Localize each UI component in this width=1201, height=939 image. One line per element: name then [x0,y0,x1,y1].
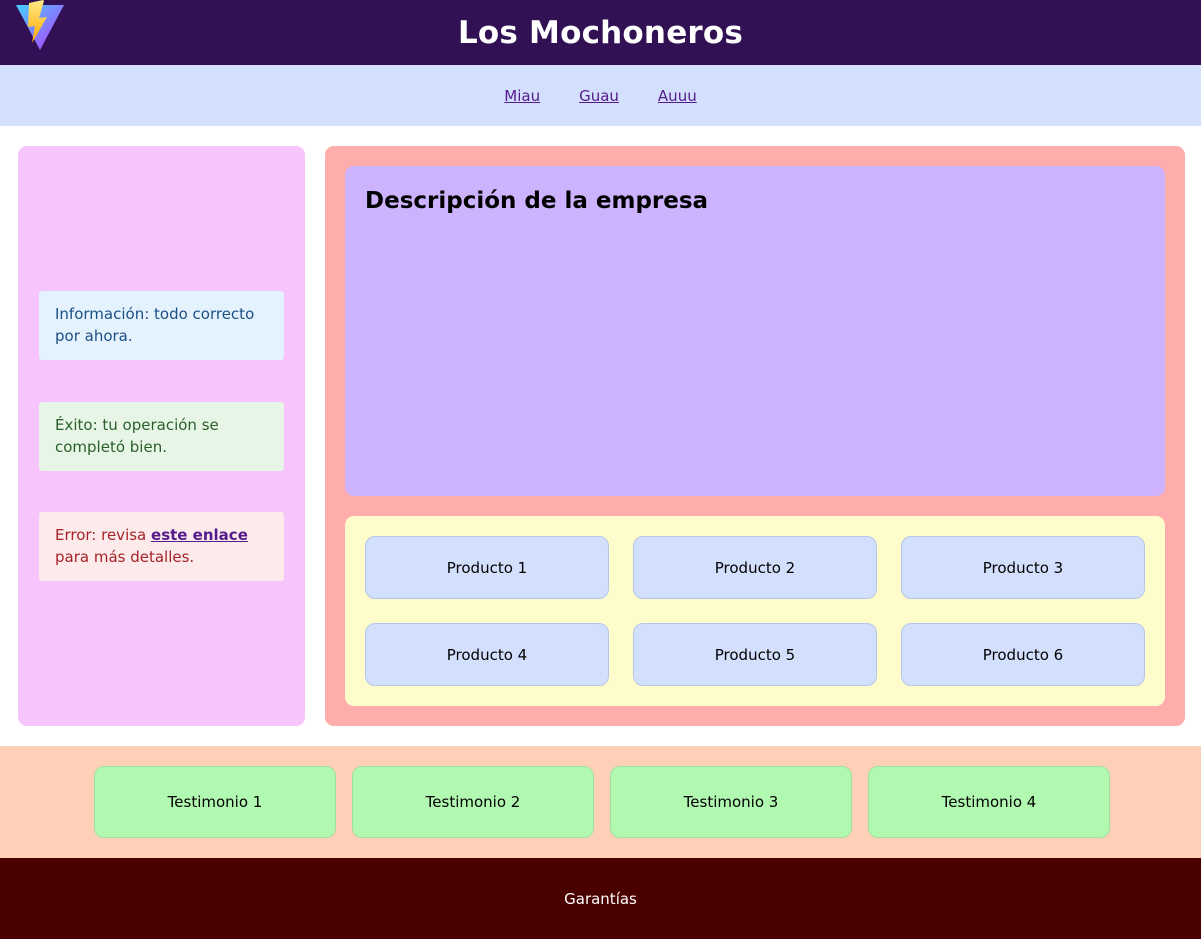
info-alert: Información: todo correcto por ahora. [39,291,284,360]
testimonial-card-4[interactable]: Testimonio 4 [868,766,1110,838]
error-alert-prefix: Error: revisa [55,526,152,544]
footer-text: Garantías [564,889,637,908]
testimonials-section: Testimonio 1 Testimonio 2 Testimonio 3 T… [0,746,1201,858]
main-nav: Miau Guau Auuu [0,65,1201,126]
product-card-2[interactable]: Producto 2 [633,536,877,599]
product-card-1[interactable]: Producto 1 [365,536,609,599]
product-card-6[interactable]: Producto 6 [901,623,1145,686]
testimonial-card-1[interactable]: Testimonio 1 [94,766,336,838]
products-grid: Producto 1 Producto 2 Producto 3 Product… [345,516,1165,706]
nav-link-miau[interactable]: Miau [504,87,540,105]
nav-link-guau[interactable]: Guau [579,87,619,105]
page-footer: Garantías [0,858,1201,939]
nav-link-auuu[interactable]: Auuu [658,87,697,105]
testimonial-card-2[interactable]: Testimonio 2 [352,766,594,838]
product-card-5[interactable]: Producto 5 [633,623,877,686]
error-details-link[interactable]: este enlace [151,526,248,544]
testimonial-card-3[interactable]: Testimonio 3 [610,766,852,838]
page-title: Los Mochoneros [457,14,744,51]
description-title: Descripción de la empresa [365,188,709,214]
error-alert: Error: revisa este enlace para más detal… [39,512,284,581]
product-card-3[interactable]: Producto 3 [901,536,1145,599]
sidebar: Información: todo correcto por ahora. Éx… [18,146,305,726]
error-alert-suffix: para más detalles. [55,548,195,566]
success-alert: Éxito: tu operación se completó bien. [39,402,284,471]
vite-logo-icon[interactable] [14,0,66,52]
main-content: Descripción de la empresa Producto 1 Pro… [325,146,1185,726]
company-description: Descripción de la empresa [345,166,1165,496]
page-header: Los Mochoneros [0,0,1201,65]
product-card-4[interactable]: Producto 4 [365,623,609,686]
